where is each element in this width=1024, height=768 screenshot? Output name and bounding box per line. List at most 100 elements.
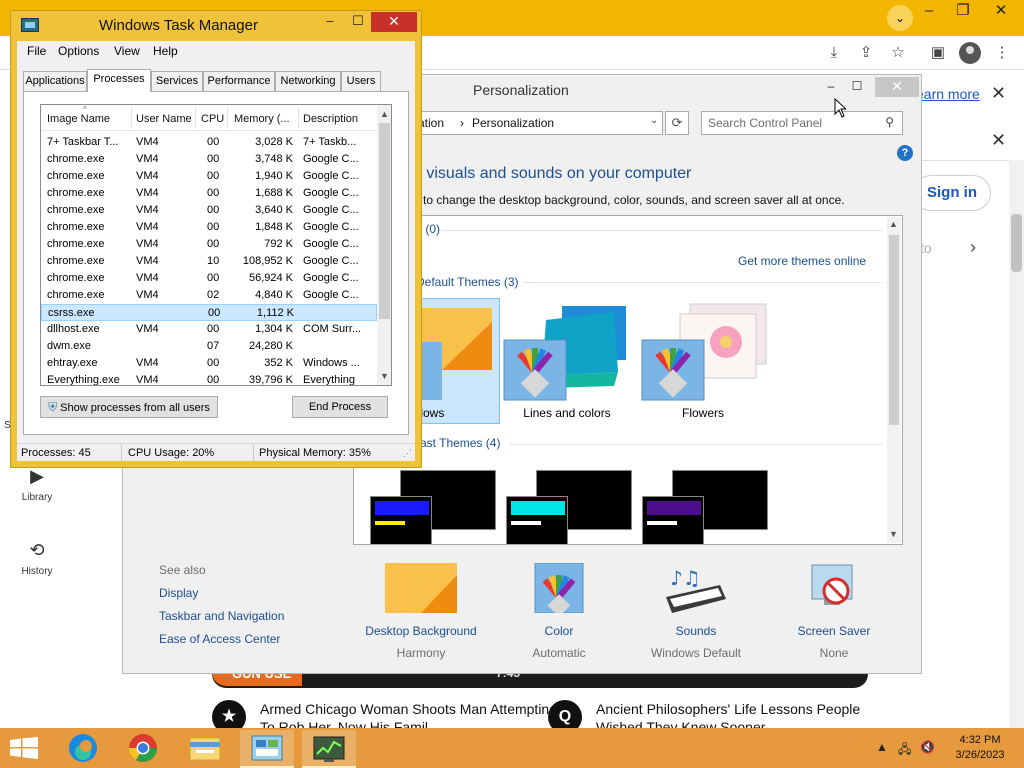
theme-high-contrast-1[interactable] [370, 470, 500, 544]
column-cpu[interactable]: CPU [201, 113, 224, 125]
tab-processes[interactable]: Processes [87, 69, 151, 92]
show-all-processes-button[interactable]: ⛨ Show processes from all users [40, 396, 218, 418]
process-row[interactable]: 7+ Taskbar T... VM4 00 3,028 K 7+ Taskb... [41, 134, 377, 151]
banner-close-icon[interactable]: ✕ [991, 83, 1006, 104]
minimize-button[interactable]: – [317, 12, 343, 32]
network-icon[interactable]: 🖧 [898, 740, 911, 761]
desktop-background-item[interactable]: Desktop Background Harmony [356, 563, 486, 660]
column-description[interactable]: Description [303, 113, 358, 125]
bookmark-star-icon[interactable]: ☆ [886, 42, 910, 66]
tab-applications[interactable]: Applications [23, 71, 87, 91]
learn-more-link[interactable]: earn more [916, 86, 980, 102]
theme-high-contrast-3[interactable] [642, 470, 772, 544]
process-row[interactable]: chrome.exe VM4 00 1,688 K Google C... [41, 185, 377, 202]
theme-lines-and-colors[interactable]: Lines and colors [502, 302, 632, 422]
sign-in-button[interactable]: Sign in [913, 175, 991, 211]
themes-scrollbar[interactable]: ▲ ▼ [887, 217, 901, 543]
sounds-item[interactable]: ♪♫ Sounds Windows Default [631, 563, 761, 660]
sidebar-item-library[interactable]: ▶ Library [14, 466, 60, 503]
search-icon[interactable]: ⚲ [885, 115, 894, 129]
scroll-down-icon[interactable]: ▼ [889, 529, 898, 539]
process-row[interactable]: Everything.exe VM4 00 39,796 K Everything [41, 372, 377, 385]
refresh-button[interactable]: ⟳ [665, 111, 689, 135]
tab-services[interactable]: Services [151, 71, 203, 91]
process-list[interactable]: ^ Image Name User Name CPU Memory (... D… [40, 104, 392, 386]
chevron-right-icon[interactable]: › [970, 237, 976, 258]
column-separator[interactable] [227, 107, 228, 129]
help-icon[interactable]: ? [897, 145, 913, 161]
taskbar-control-panel[interactable] [240, 730, 294, 768]
page-scrollbar-thumb[interactable] [1011, 214, 1022, 272]
process-row[interactable]: chrome.exe VM4 02 4,840 K Google C... [41, 287, 377, 304]
process-list-scrollbar[interactable]: ▲ ▼ [377, 105, 391, 385]
column-separator[interactable] [195, 107, 196, 129]
scroll-down-icon[interactable]: ▼ [377, 371, 391, 381]
process-row[interactable]: chrome.exe VM4 00 1,940 K Google C... [41, 168, 377, 185]
scroll-up-icon[interactable]: ▲ [377, 109, 391, 119]
theme-flowers[interactable]: Flowers [638, 302, 768, 422]
column-separator[interactable] [131, 107, 132, 129]
ease-of-access-link[interactable]: Ease of Access Center [159, 632, 280, 646]
scroll-up-icon[interactable]: ▲ [889, 219, 898, 229]
volume-muted-icon[interactable]: 🔇 [920, 740, 935, 754]
process-row[interactable]: dwm.exe 07 24,280 K [41, 338, 377, 355]
column-memory[interactable]: Memory (... [234, 113, 290, 125]
maximize-button[interactable]: ☐ [345, 12, 371, 32]
minimize-button[interactable]: – [817, 77, 845, 97]
side-panel-icon[interactable]: ▣ [926, 42, 950, 66]
process-row[interactable]: chrome.exe VM4 10 108,952 K Google C... [41, 253, 377, 270]
download-icon[interactable]: ⤓ [822, 42, 846, 66]
taskbar-file-explorer[interactable] [178, 730, 232, 768]
process-row[interactable]: chrome.exe VM4 00 3,640 K Google C... [41, 202, 377, 219]
browser-restore-button[interactable]: ❐ [946, 0, 980, 24]
address-bar[interactable]: ation › Personalization ⌄ [413, 111, 663, 135]
themes-list[interactable]: s (0) Get more themes online Default The… [353, 215, 903, 545]
tab-networking[interactable]: Networking [275, 71, 341, 91]
browser-minimize-button[interactable]: – [912, 0, 946, 24]
process-row[interactable]: chrome.exe VM4 00 56,924 K Google C... [41, 270, 377, 287]
themes-scrollbar-thumb[interactable] [889, 235, 899, 425]
process-row[interactable]: chrome.exe VM4 00 1,848 K Google C... [41, 219, 377, 236]
show-hidden-icons-icon[interactable]: ▲ [876, 740, 888, 754]
menu-kebab-icon[interactable]: ⋮ [990, 42, 1014, 66]
theme-high-contrast-2[interactable] [506, 470, 636, 544]
end-process-button[interactable]: End Process [292, 396, 388, 418]
get-more-themes-link[interactable]: Get more themes online [738, 254, 866, 268]
profile-avatar[interactable] [959, 42, 981, 64]
process-row[interactable]: chrome.exe VM4 00 3,748 K Google C... [41, 151, 377, 168]
task-manager-titlebar[interactable]: Windows Task Manager – ☐ ✕ [11, 11, 421, 41]
menu-options[interactable]: Options [58, 44, 99, 58]
search-input[interactable]: Search Control Panel ⚲ [701, 111, 903, 135]
taskbar-navigation-link[interactable]: Taskbar and Navigation [159, 609, 284, 623]
menu-view[interactable]: View [114, 44, 140, 58]
screen-saver-item[interactable]: Screen Saver None [769, 563, 899, 660]
tab-performance[interactable]: Performance [203, 71, 275, 91]
tab-search-button[interactable]: ⌄ [887, 5, 913, 31]
resize-grip-icon[interactable]: ⋰ [403, 448, 412, 459]
close-button[interactable]: ✕ [371, 12, 417, 32]
column-user-name[interactable]: User Name [136, 113, 192, 125]
tab-users[interactable]: Users [341, 71, 381, 91]
close-button[interactable]: ✕ [875, 77, 919, 97]
share-icon[interactable]: ⇪ [854, 42, 878, 66]
start-button[interactable] [10, 737, 38, 759]
taskbar-edge[interactable] [56, 730, 110, 768]
taskbar-task-manager[interactable] [302, 730, 356, 768]
menu-help[interactable]: Help [153, 44, 178, 58]
browser-close-button[interactable]: ✕ [984, 0, 1018, 24]
banner-close-icon[interactable]: ✕ [991, 130, 1006, 151]
process-row[interactable]: csrss.exe 00 1,112 K [41, 304, 377, 321]
process-row[interactable]: dllhost.exe VM4 00 1,304 K COM Surr... [41, 321, 377, 338]
column-image-name[interactable]: Image Name [47, 113, 110, 125]
sidebar-item-history[interactable]: ⟲ History [14, 540, 60, 577]
display-link[interactable]: Display [159, 586, 198, 600]
process-row[interactable]: ehtray.exe VM4 00 352 K Windows ... [41, 355, 377, 372]
menu-file[interactable]: File [27, 44, 46, 58]
process-list-scrollbar-thumb[interactable] [379, 123, 390, 319]
process-row[interactable]: chrome.exe VM4 00 792 K Google C... [41, 236, 377, 253]
taskbar-chrome[interactable] [116, 730, 170, 768]
maximize-button[interactable]: ☐ [843, 77, 871, 97]
chevron-down-icon[interactable]: ⌄ [650, 115, 658, 126]
color-item[interactable]: Color Automatic [494, 562, 624, 660]
system-clock[interactable]: 4:32 PM 3/26/2023 [942, 733, 1018, 763]
